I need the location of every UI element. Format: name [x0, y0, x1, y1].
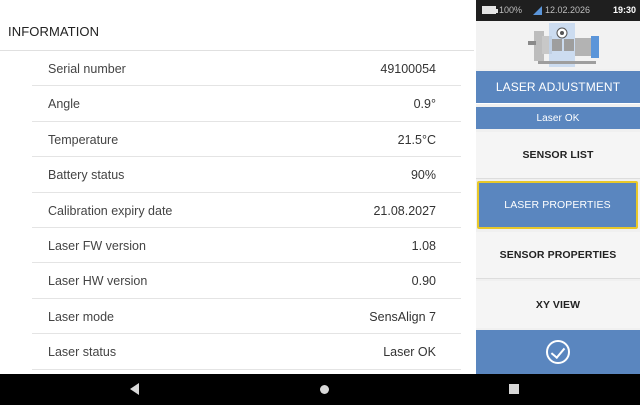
check-circle-icon — [546, 340, 570, 364]
info-value: 1.08 — [411, 238, 436, 253]
battery-icon — [482, 6, 498, 14]
recent-apps-icon[interactable] — [509, 384, 519, 394]
info-row-battery-status: Battery status 90% — [0, 157, 474, 193]
sidebar: 100% 12.02.2026 19:30 LASER ADJUSTMENT L… — [476, 0, 640, 374]
back-icon[interactable] — [130, 383, 139, 395]
sensor-properties-button[interactable]: SENSOR PROPERTIES — [476, 232, 640, 279]
info-value: 49100054 — [380, 62, 436, 76]
info-row-calibration-expiry: Calibration expiry date 21.08.2027 — [0, 193, 474, 229]
info-value: 21.08.2027 — [373, 203, 436, 218]
laser-ok-status: Laser OK — [476, 107, 640, 129]
battery-level: 100% — [499, 5, 523, 15]
info-label: Temperature — [48, 132, 119, 147]
info-label: Laser mode — [48, 309, 115, 324]
info-value: 0.90 — [411, 274, 436, 289]
xy-view-button[interactable]: XY VIEW — [476, 281, 640, 328]
information-title: INFORMATION — [8, 24, 100, 39]
information-list: Serial number 49100054 Angle 0.9° Temper… — [0, 51, 474, 370]
info-label: Laser status — [48, 345, 117, 360]
info-label: Angle — [48, 97, 80, 112]
signal-icon — [533, 6, 542, 15]
status-date: 12.02.2026 — [545, 5, 591, 15]
info-row-serial-number: Serial number 49100054 — [0, 51, 474, 87]
home-icon[interactable] — [320, 385, 329, 394]
confirm-button[interactable] — [476, 330, 640, 374]
sensor-list-button[interactable]: SENSOR LIST — [476, 132, 640, 179]
info-value: 90% — [410, 168, 436, 183]
info-label: Battery status — [48, 168, 125, 183]
info-label: Laser HW version — [48, 274, 148, 289]
android-nav-bar — [0, 374, 640, 405]
info-label: Calibration expiry date — [48, 203, 173, 218]
info-row-temperature: Temperature 21.5°C — [0, 122, 474, 158]
information-panel: INFORMATION Serial number 49100054 Angle… — [0, 0, 474, 374]
info-value: 21.5°C — [397, 132, 436, 147]
info-label: Laser FW version — [48, 238, 146, 253]
laser-adjustment-button[interactable]: LASER ADJUSTMENT — [476, 71, 640, 104]
machine-graphic — [476, 21, 640, 69]
status-bar: 100% 12.02.2026 19:30 — [476, 0, 640, 21]
info-row-angle: Angle 0.9° — [0, 86, 474, 123]
machine-train-icon — [528, 23, 599, 67]
info-row-laser-status: Laser status Laser OK — [0, 334, 474, 370]
info-label: Serial number — [48, 62, 126, 76]
info-value: 0.9° — [413, 97, 436, 112]
info-row-laser-hw-version: Laser HW version 0.90 — [0, 263, 474, 300]
laser-properties-button[interactable]: LASER PROPERTIES — [477, 181, 638, 229]
info-row-laser-fw-version: Laser FW version 1.08 — [0, 228, 474, 264]
status-time: 19:30 — [613, 5, 637, 15]
info-value: Laser OK — [383, 345, 436, 360]
info-value: SensAlign 7 — [369, 309, 436, 324]
info-row-laser-mode: Laser mode SensAlign 7 — [0, 299, 474, 335]
